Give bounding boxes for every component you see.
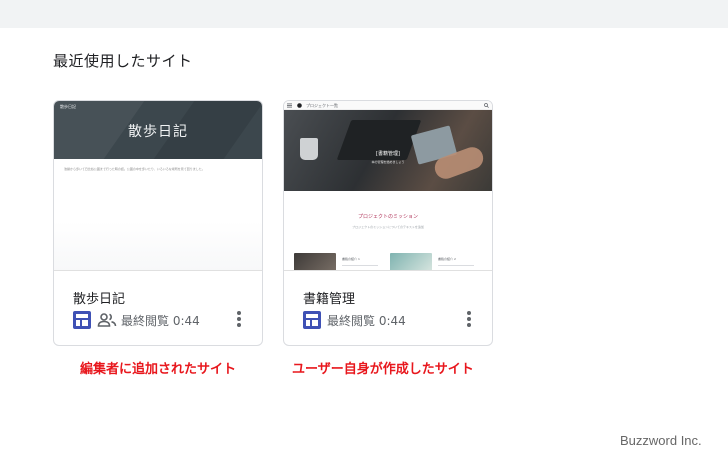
site-thumbnail[interactable]: プロジェクト一覧 [書籍管理] 本の管理を始めましょう プロジェクトのミッション…: [284, 101, 492, 271]
thumbnail-hero-title: [書籍管理]: [376, 151, 400, 157]
thumbnail-site-name: 散歩日記: [60, 104, 76, 109]
site-thumbnail[interactable]: 散歩日記 散歩日記 池袋から歩いて日比谷公園まで行った時の話。公園の中を歩いたり…: [54, 101, 262, 271]
site-name[interactable]: 書籍管理: [303, 288, 355, 307]
shared-people-icon: [97, 313, 117, 327]
site-card-shoseki[interactable]: プロジェクト一覧 [書籍管理] 本の管理を始めましょう プロジェクトのミッション…: [283, 100, 493, 346]
last-viewed: 最終閲覧 0:44: [327, 313, 406, 328]
more-vert-icon[interactable]: [466, 310, 472, 328]
thumbnail-body-text: 池袋から歩いて日比谷公園まで行った時の話。公園の中を歩いたり、いろいろな場所を見…: [64, 167, 205, 171]
top-bar: [0, 0, 728, 28]
thumbnail-nav: プロジェクト一覧: [284, 101, 492, 110]
search-icon: [484, 103, 489, 108]
thumbnail-title: 散歩日記: [128, 124, 188, 140]
last-viewed: 最終閲覧 0:44: [121, 313, 200, 328]
thumbnail-hero: [書籍管理] 本の管理を始めましょう: [284, 110, 492, 191]
thumbnail-hero-subtitle: 本の管理を始めましょう: [371, 160, 405, 164]
more-vert-icon[interactable]: [236, 310, 242, 328]
site-meta: 最終閲覧 0:44: [303, 310, 406, 330]
thumbnail-header: 散歩日記 散歩日記: [54, 101, 262, 159]
site-name[interactable]: 散歩日記: [73, 288, 125, 307]
thumbnail-site-name: プロジェクト一覧: [306, 103, 338, 108]
logo-icon: [297, 103, 302, 108]
thumbnail-article-title: 書籍の紹介 2: [438, 257, 456, 261]
thumbnail-text: プロジェクトのミッションについてのテキストを追加: [352, 225, 424, 229]
annotation-editor-added: 編集者に追加されたサイト: [80, 362, 237, 377]
site-meta: 最終閲覧 0:44: [73, 310, 200, 330]
site-card-sanpo[interactable]: 散歩日記 散歩日記 池袋から歩いて日比谷公園まで行った時の話。公園の中を歩いたり…: [53, 100, 263, 346]
watermark: Buzzword Inc.: [620, 433, 702, 448]
thumbnail-heading: プロジェクトのミッション: [357, 214, 418, 220]
thumbnail-image: [390, 253, 432, 270]
section-title: 最近使用したサイト: [53, 52, 193, 70]
thumbnail-article-title: 書籍の紹介 1: [342, 257, 360, 261]
annotation-user-created: ユーザー自身が作成したサイト: [292, 362, 474, 377]
google-sites-icon: [73, 311, 91, 329]
thumbnail-image: [294, 253, 336, 270]
menu-icon: [287, 103, 292, 108]
google-sites-icon: [303, 311, 321, 329]
